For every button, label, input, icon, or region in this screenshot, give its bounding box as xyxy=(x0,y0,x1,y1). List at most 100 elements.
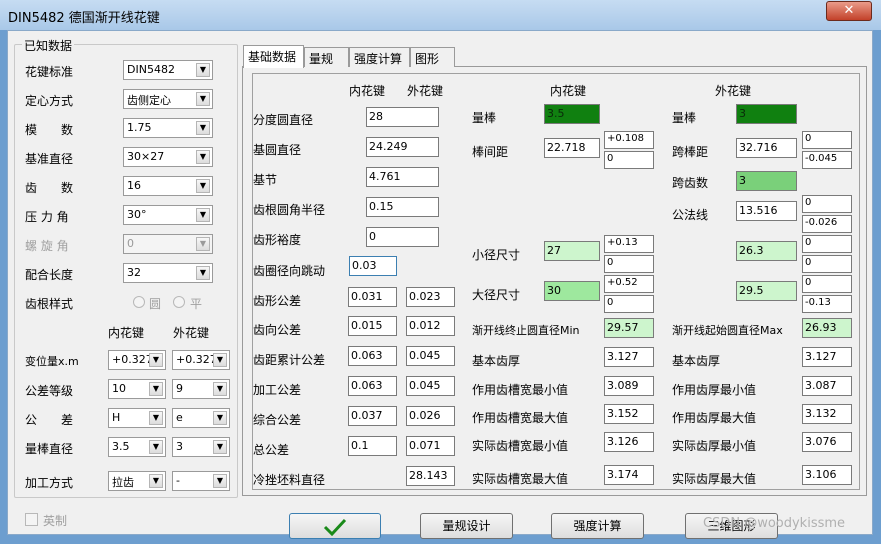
check-icon xyxy=(323,518,347,537)
inner-act-min-label: 实际齿槽宽最小值 xyxy=(472,439,569,453)
outer-major-field[interactable]: 29.5 xyxy=(736,281,797,301)
outer-grade-combo[interactable]: 9 ▼ xyxy=(172,379,230,399)
inner-act-max-label: 实际齿槽宽最大值 xyxy=(472,472,569,486)
pitch-d-field[interactable]: 28 xyxy=(366,107,439,127)
chevron-down-icon: ▼ xyxy=(213,411,227,425)
span-teeth-field[interactable]: 3 xyxy=(736,171,797,191)
outer-tol-combo[interactable]: e ▼ xyxy=(172,408,230,428)
span-lower[interactable]: -0.045 xyxy=(802,151,852,169)
basic-w-field[interactable]: 3.127 xyxy=(604,347,654,367)
chevron-down-icon: ▼ xyxy=(213,353,227,367)
cum-tol-outer[interactable]: 0.045 xyxy=(406,346,455,366)
inner-major-lower[interactable]: 0 xyxy=(604,295,654,313)
total-tol-outer[interactable]: 0.071 xyxy=(406,436,455,456)
std-combo[interactable]: DIN5482 ▼ xyxy=(123,60,213,80)
inner-proc-combo[interactable]: 拉齿 ▼ xyxy=(108,471,166,491)
inner-minor-field[interactable]: 27 xyxy=(544,241,600,261)
form-clear-field[interactable]: 0 xyxy=(366,227,439,247)
profile-tol-inner[interactable]: 0.031 xyxy=(348,287,397,307)
english-checkbox[interactable] xyxy=(25,513,38,526)
outer-act-min-label: 实际齿厚最小值 xyxy=(672,439,757,453)
tab-basic[interactable]: 基础数据 xyxy=(243,45,304,68)
inner-tol-combo[interactable]: H ▼ xyxy=(108,408,166,428)
mfg-tol-inner[interactable]: 0.063 xyxy=(348,376,397,396)
outer-meas-combo[interactable]: 3 ▼ xyxy=(172,437,230,457)
inner-meas-combo[interactable]: 3.5 ▼ xyxy=(108,437,166,457)
center-combo[interactable]: 齿侧定心 ▼ xyxy=(123,89,213,109)
start-d-field[interactable]: 26.93 xyxy=(802,318,852,338)
root-flat-radio[interactable] xyxy=(173,296,185,308)
chevron-down-icon: ▼ xyxy=(196,179,210,193)
gauge-design-button[interactable]: 量规设计 xyxy=(420,513,513,539)
outer-act-max-field[interactable]: 3.106 xyxy=(802,465,852,485)
outer-minor-field[interactable]: 26.3 xyxy=(736,241,797,261)
base-d-field[interactable]: 24.249 xyxy=(366,137,439,157)
inner-act-max-field[interactable]: 3.174 xyxy=(604,465,654,485)
ok-button[interactable] xyxy=(289,513,381,539)
lead-tol-outer[interactable]: 0.012 xyxy=(406,316,455,336)
comp-tol-inner[interactable]: 0.037 xyxy=(348,406,397,426)
tab-graphics[interactable]: 图形 xyxy=(410,47,455,67)
cn-lower[interactable]: -0.026 xyxy=(802,215,852,233)
root-style-label: 齿根样式 xyxy=(25,297,74,311)
outer-proc-combo[interactable]: - ▼ xyxy=(172,471,230,491)
span-field[interactable]: 32.716 xyxy=(736,138,797,158)
base-dia-combo[interactable]: 30×27 ▼ xyxy=(123,147,213,167)
over-pins-label: 棒间距 xyxy=(472,145,509,159)
module-combo[interactable]: 1.75 ▼ xyxy=(123,118,213,138)
chevron-down-icon: ▼ xyxy=(213,382,227,396)
span-upper[interactable]: 0 xyxy=(802,131,852,149)
tol-label: 公 差 xyxy=(25,413,74,427)
root-r-field[interactable]: 0.15 xyxy=(366,197,439,217)
root-round-label: 圆 xyxy=(149,297,162,311)
lead-tol-inner[interactable]: 0.015 xyxy=(348,316,397,336)
runout-field[interactable]: 0.03 xyxy=(349,256,397,276)
tab-strength[interactable]: 强度计算 xyxy=(349,47,410,67)
over-pins-upper[interactable]: +0.108 xyxy=(604,131,654,149)
comp-tol-outer[interactable]: 0.026 xyxy=(406,406,455,426)
outer-eff-min-field[interactable]: 3.087 xyxy=(802,376,852,396)
inner-eff-min-field[interactable]: 3.089 xyxy=(604,376,654,396)
inner-pin-field[interactable]: 3.5 xyxy=(544,104,600,124)
close-button[interactable]: ✕ xyxy=(826,1,872,21)
outer-minor-upper[interactable]: 0 xyxy=(802,235,852,253)
basic-t-field[interactable]: 3.127 xyxy=(802,347,852,367)
inner-shift-combo[interactable]: +0.327 ▼ xyxy=(108,350,166,370)
tab-gauge[interactable]: 量规 xyxy=(304,47,349,67)
outer-major-upper[interactable]: 0 xyxy=(802,275,852,293)
length-combo[interactable]: 32 ▼ xyxy=(123,263,213,283)
chevron-down-icon: ▼ xyxy=(149,411,163,425)
inner-eff-max-field[interactable]: 3.152 xyxy=(604,404,654,424)
outer-shift-combo[interactable]: +0.327 ▼ xyxy=(172,350,230,370)
outer-pin-field[interactable]: 3 xyxy=(736,104,797,124)
total-tol-inner[interactable]: 0.1 xyxy=(348,436,397,456)
outer-major-lower[interactable]: -0.13 xyxy=(802,295,852,313)
cum-tol-inner[interactable]: 0.063 xyxy=(348,346,397,366)
pressure-combo[interactable]: 30° ▼ xyxy=(123,205,213,225)
inner-major-label: 大径尺寸 xyxy=(472,288,521,302)
root-round-radio[interactable] xyxy=(133,296,145,308)
common-normal-field[interactable]: 13.516 xyxy=(736,201,797,221)
outer-minor-lower[interactable]: 0 xyxy=(802,255,852,273)
runout-label: 齿圈径向跳动 xyxy=(253,264,326,278)
blank-d-field[interactable]: 28.143 xyxy=(406,466,455,486)
inner-minor-upper[interactable]: +0.13 xyxy=(604,235,654,253)
mfg-tol-outer[interactable]: 0.045 xyxy=(406,376,455,396)
outer-act-min-field[interactable]: 3.076 xyxy=(802,432,852,452)
pitch-field[interactable]: 4.761 xyxy=(366,167,439,187)
over-pins-field[interactable]: 22.718 xyxy=(544,138,600,158)
inner-major-field[interactable]: 30 xyxy=(544,281,600,301)
cn-upper[interactable]: 0 xyxy=(802,195,852,213)
outer-pin-label: 量棒 xyxy=(672,111,697,125)
outer-eff-max-field[interactable]: 3.132 xyxy=(802,404,852,424)
end-d-field[interactable]: 29.57 xyxy=(604,318,654,338)
inner-act-min-field[interactable]: 3.126 xyxy=(604,432,654,452)
inner-grade-combo[interactable]: 10 ▼ xyxy=(108,379,166,399)
inner-major-upper[interactable]: +0.52 xyxy=(604,275,654,293)
inner-minor-lower[interactable]: 0 xyxy=(604,255,654,273)
teeth-combo[interactable]: 16 ▼ xyxy=(123,176,213,196)
grade-label: 公差等级 xyxy=(25,384,74,398)
strength-calc-button[interactable]: 强度计算 xyxy=(551,513,644,539)
profile-tol-outer[interactable]: 0.023 xyxy=(406,287,455,307)
over-pins-lower[interactable]: 0 xyxy=(604,151,654,169)
